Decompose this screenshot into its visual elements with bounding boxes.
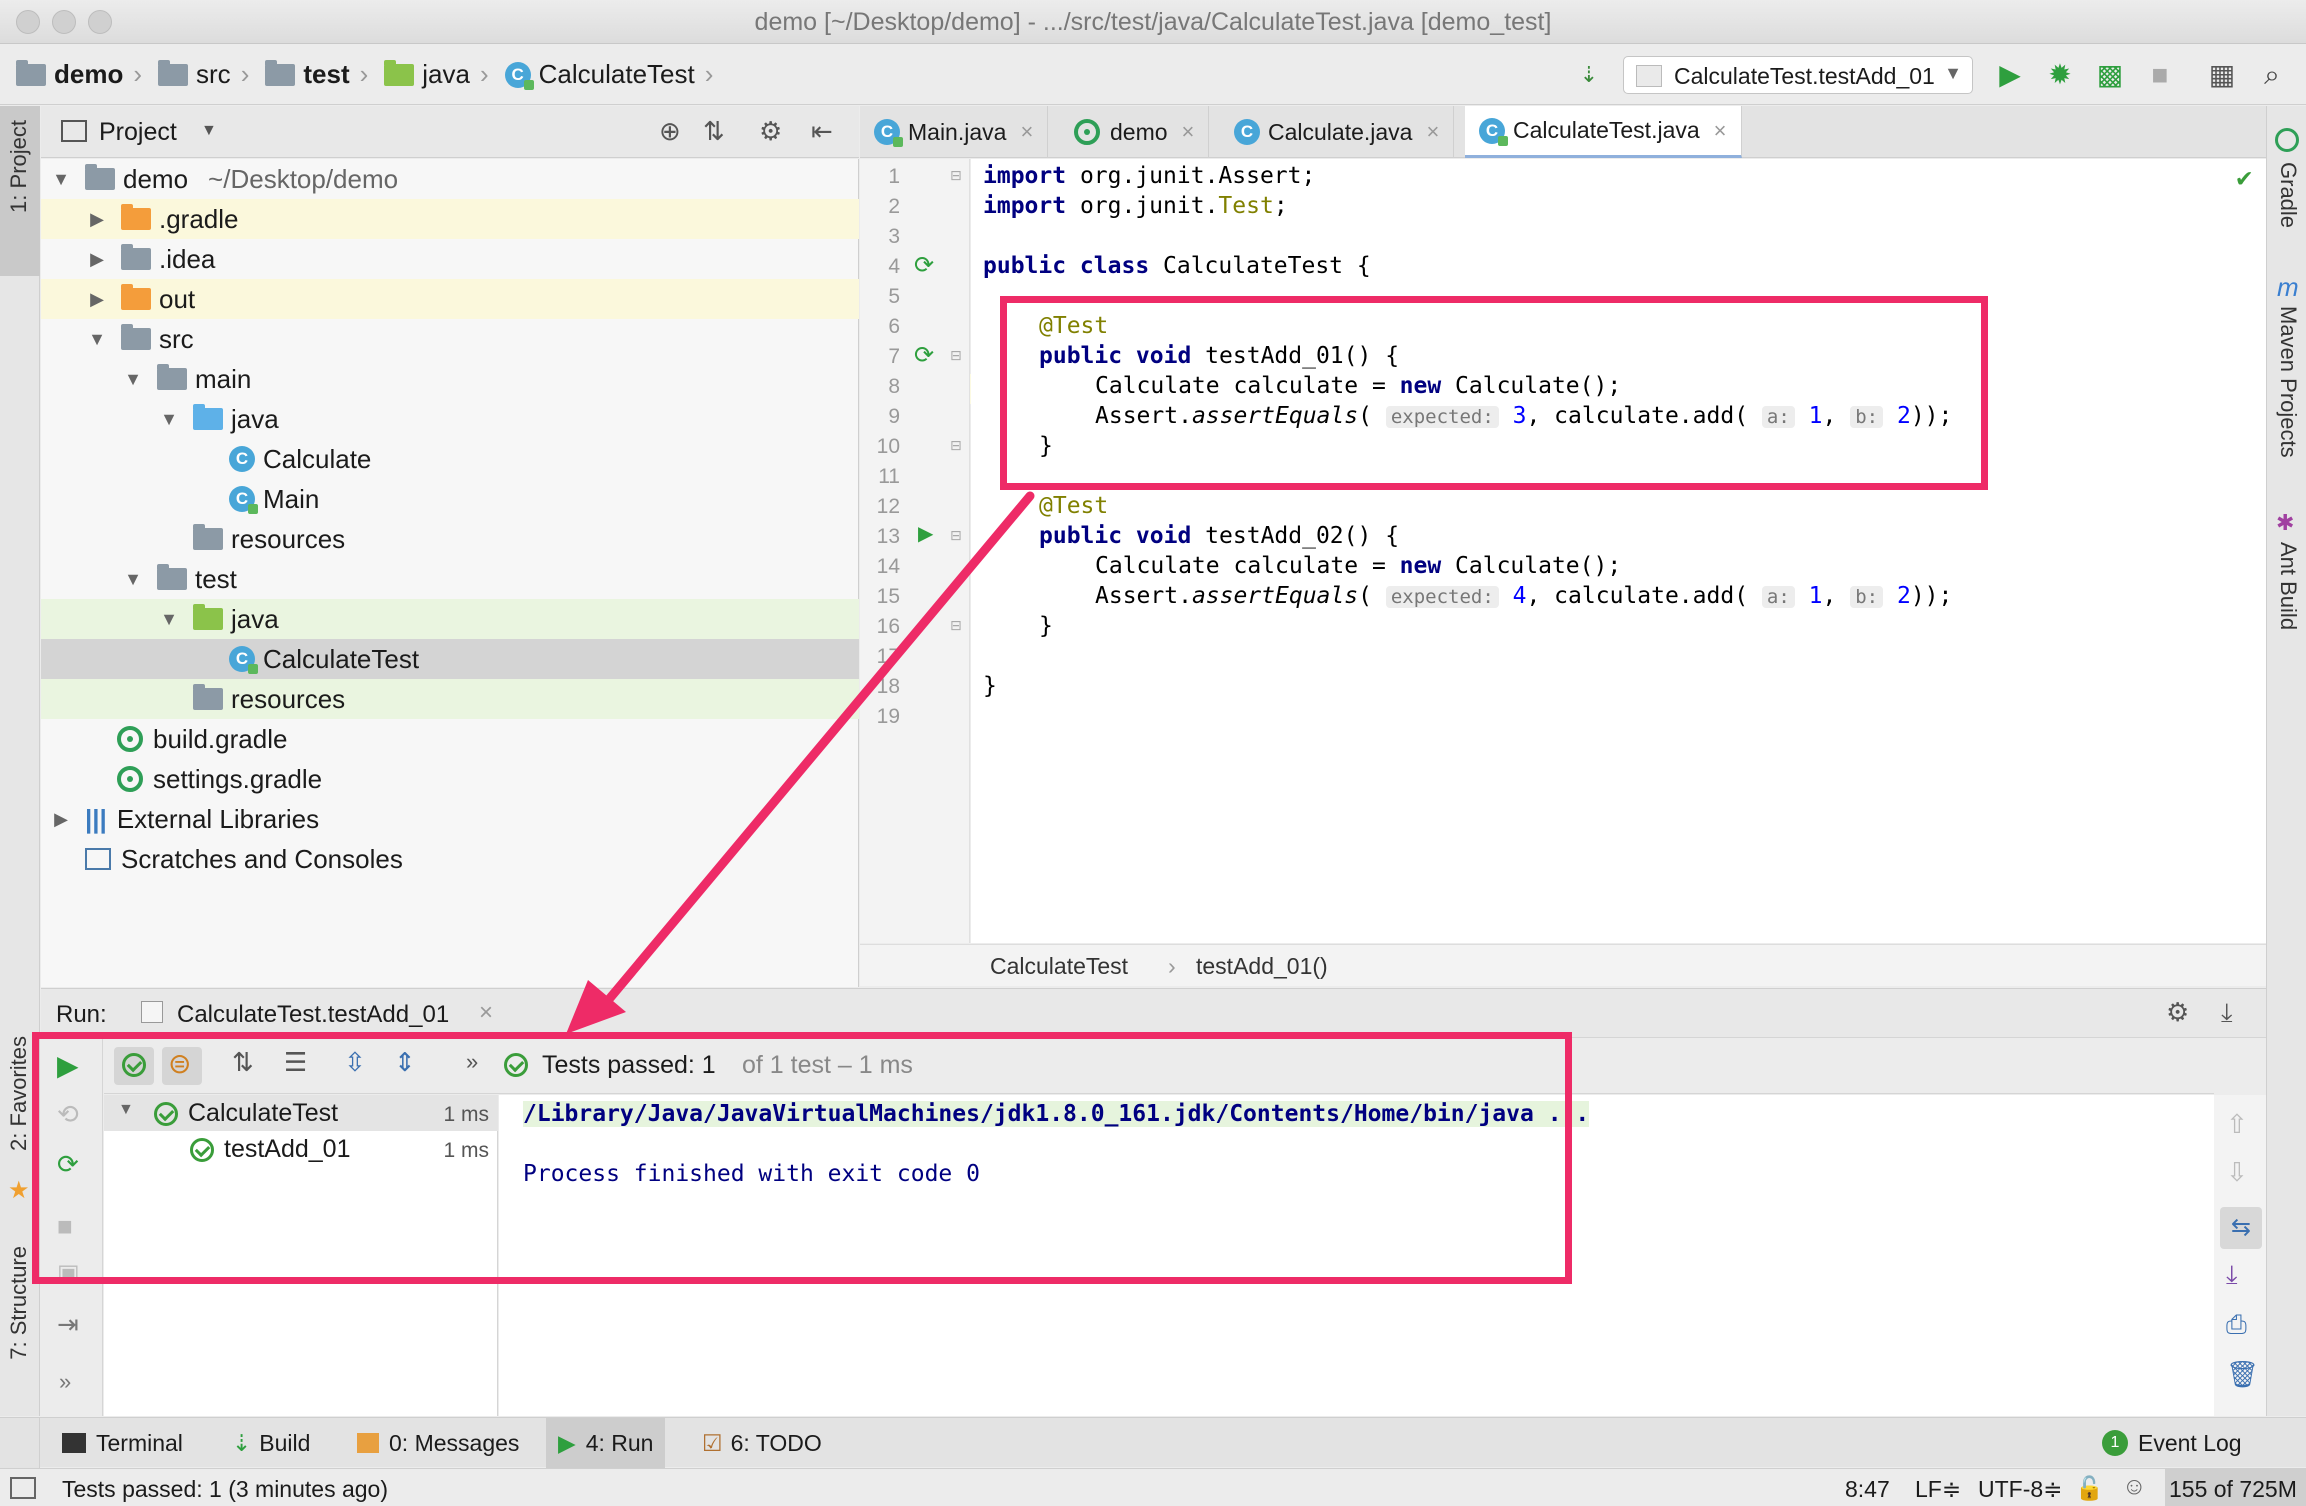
annotation-arrow: [566, 491, 1035, 1034]
